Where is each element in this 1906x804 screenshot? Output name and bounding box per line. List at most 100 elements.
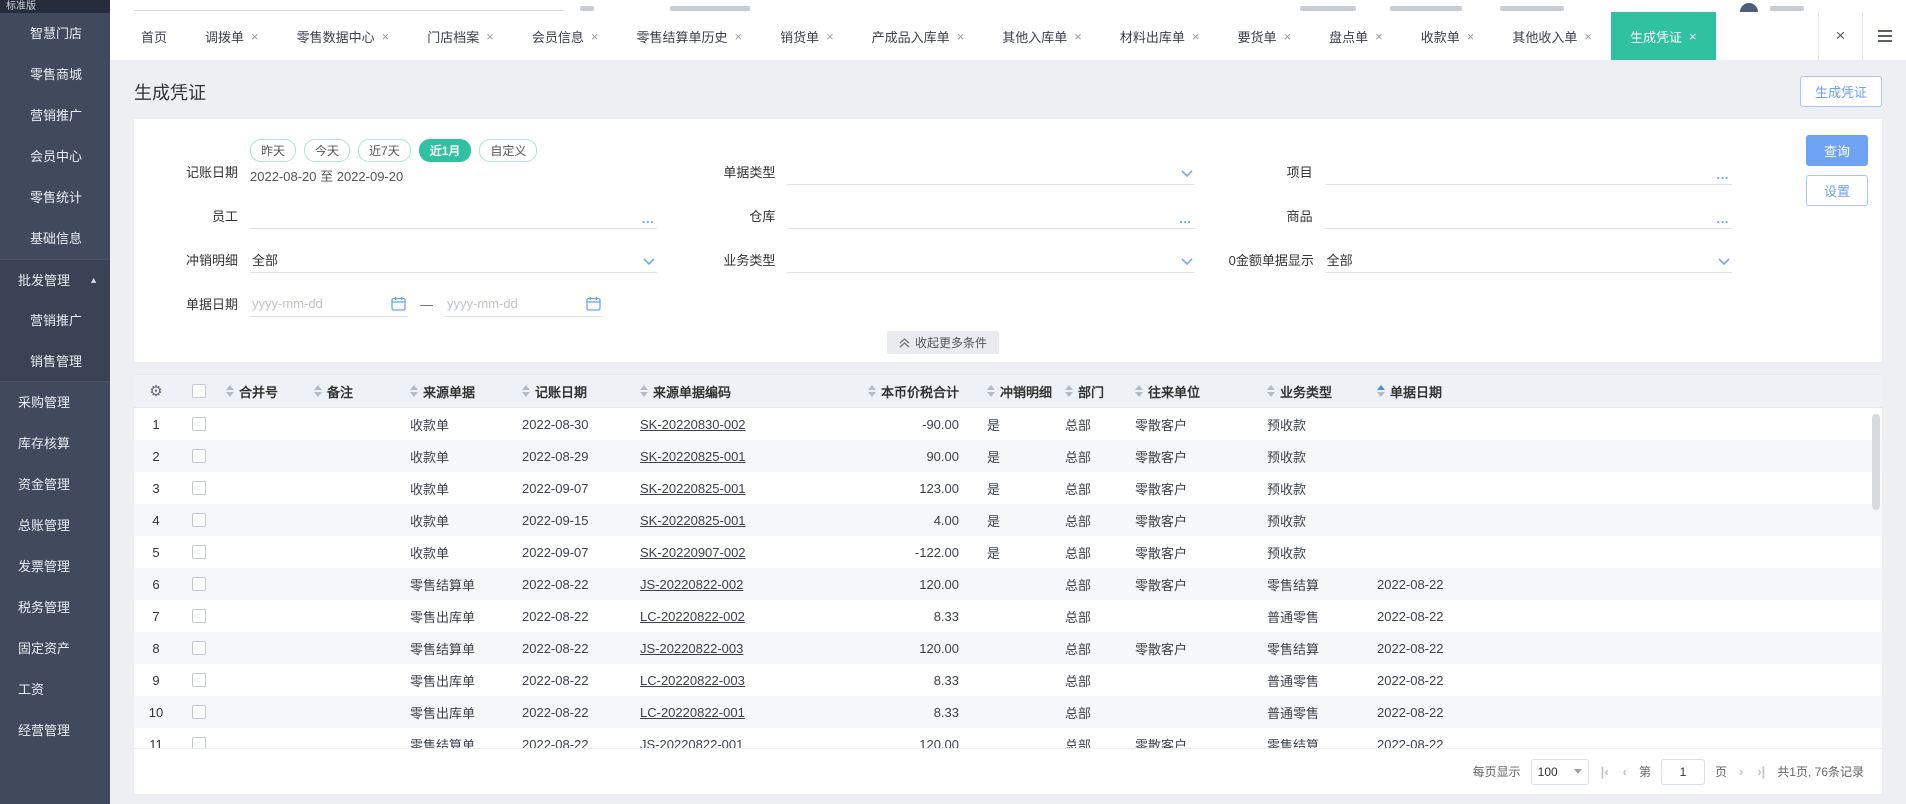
date-preset-今天[interactable]: 今天 [304, 139, 351, 162]
source-doc-link[interactable]: LC-20220822-001 [640, 705, 745, 720]
warehouse-input[interactable]: … [787, 203, 1195, 229]
tab-会员信息[interactable]: 会员信息 × [513, 12, 618, 60]
select-all-checkbox[interactable] [192, 384, 206, 398]
sort-icon[interactable] [410, 385, 418, 397]
sidebar-item-工资[interactable]: 工资 [0, 669, 110, 710]
per-page-select[interactable]: 100 [1530, 758, 1589, 785]
sidebar-item-库存核算[interactable]: 库存核算 [0, 423, 110, 464]
column-header-业务类型[interactable]: 业务类型 [1261, 375, 1371, 407]
close-icon[interactable]: × [486, 29, 494, 44]
table-row[interactable]: 9 零售出库单 2022-08-22 LC-20220822-003 8.33 总部 普通零… [134, 664, 1882, 696]
row-checkbox[interactable] [192, 737, 206, 748]
date-preset-昨天[interactable]: 昨天 [250, 139, 297, 162]
close-icon[interactable]: × [1284, 29, 1292, 44]
tab-材料出库单[interactable]: 材料出库单 × [1101, 12, 1219, 60]
close-icon[interactable]: × [734, 29, 742, 44]
doc-date-start-input[interactable]: yyyy-mm-dd [250, 291, 408, 317]
sidebar-item-营销推广[interactable]: 营销推广 [0, 95, 110, 136]
prev-page-icon[interactable]: ‹ [1621, 764, 1629, 779]
sidebar-item-资金管理[interactable]: 资金管理 [0, 464, 110, 505]
tab-调拨单[interactable]: 调拨单 × [186, 12, 278, 60]
row-checkbox[interactable] [192, 577, 206, 591]
column-header-来源单据编码[interactable]: 来源单据编码 [634, 375, 786, 407]
page-number-input[interactable] [1660, 758, 1705, 785]
sort-icon[interactable] [314, 385, 322, 397]
close-icon[interactable]: × [591, 29, 599, 44]
source-doc-link[interactable]: SK-20220825-001 [640, 513, 746, 528]
close-all-tabs-button[interactable]: × [1818, 12, 1862, 60]
sort-icon[interactable] [522, 385, 530, 397]
row-checkbox[interactable] [192, 705, 206, 719]
project-input[interactable]: … [1324, 159, 1732, 185]
close-icon[interactable]: × [251, 29, 259, 44]
table-row[interactable]: 7 零售出库单 2022-08-22 LC-20220822-002 8.33 总部 普通零… [134, 600, 1882, 632]
sidebar-item-经营管理[interactable]: 经营管理 [0, 710, 110, 751]
column-header-本币价税合计[interactable]: 本币价税合计 [786, 375, 981, 407]
source-doc-link[interactable]: JS-20220822-002 [640, 577, 743, 592]
date-preset-自定义[interactable]: 自定义 [479, 139, 538, 162]
sidebar-item-销售管理[interactable]: 销售管理 [0, 341, 110, 382]
date-preset-近1月[interactable]: 近1月 [418, 139, 472, 162]
doc-date-end-input[interactable]: yyyy-mm-dd [445, 291, 603, 317]
table-row[interactable]: 5 收款单 2022-09-07 SK-20220907-002 -122.00 是 总部 零… [134, 536, 1882, 568]
source-doc-link[interactable]: JS-20220822-003 [640, 641, 743, 656]
tab-零售结算单历史[interactable]: 零售结算单历史 × [617, 12, 761, 60]
close-icon[interactable]: × [957, 29, 965, 44]
last-page-icon[interactable]: ›| [1755, 764, 1767, 779]
row-checkbox[interactable] [192, 481, 206, 495]
tab-收款单[interactable]: 收款单 × [1402, 12, 1494, 60]
close-icon[interactable]: × [1584, 29, 1592, 44]
table-row[interactable]: 2 收款单 2022-08-29 SK-20220825-001 90.00 是 总部 零散客… [134, 440, 1882, 472]
close-icon[interactable]: × [1074, 29, 1082, 44]
tab-门店档案[interactable]: 门店档案 × [408, 12, 513, 60]
generate-voucher-button[interactable]: 生成凭证 [1799, 76, 1882, 107]
column-header-备注[interactable]: 备注 [308, 375, 404, 407]
table-row[interactable]: 8 零售结算单 2022-08-22 JS-20220822-003 120.00 总部 零… [134, 632, 1882, 664]
column-header-往来单位[interactable]: 往来单位 [1129, 375, 1261, 407]
table-row[interactable]: 10 零售出库单 2022-08-22 LC-20220822-001 8.33 总部 普通… [134, 696, 1882, 728]
tab-销货单[interactable]: 销货单 × [761, 12, 853, 60]
source-doc-link[interactable]: SK-20220907-002 [640, 545, 746, 560]
business-type-select[interactable] [787, 247, 1195, 273]
sidebar-item-智慧门店[interactable]: 智慧门店 [0, 13, 110, 54]
close-icon[interactable]: × [1192, 29, 1200, 44]
sort-icon[interactable] [1065, 385, 1073, 397]
row-checkbox[interactable] [192, 417, 206, 431]
first-page-icon[interactable]: |‹ [1599, 764, 1611, 779]
date-preset-近7天[interactable]: 近7天 [358, 139, 411, 162]
tab-首页[interactable]: 首页 [122, 12, 186, 60]
tab-零售数据中心[interactable]: 零售数据中心 × [278, 12, 409, 60]
close-icon[interactable]: × [1375, 29, 1383, 44]
column-header-部门[interactable]: 部门 [1059, 375, 1129, 407]
source-doc-link[interactable]: LC-20220822-003 [640, 673, 745, 688]
sidebar-item-采购管理[interactable]: 采购管理 [0, 382, 110, 423]
tab-要货单[interactable]: 要货单 × [1219, 12, 1311, 60]
sort-icon[interactable] [1377, 385, 1385, 397]
next-page-icon[interactable]: › [1737, 764, 1745, 779]
doc-type-select[interactable] [787, 159, 1195, 185]
sort-icon[interactable] [1135, 385, 1143, 397]
sidebar-item-零售统计[interactable]: 零售统计 [0, 177, 110, 218]
ellipsis-icon[interactable]: … [1716, 211, 1730, 226]
row-checkbox[interactable] [192, 513, 206, 527]
column-header-冲销明细[interactable]: 冲销明细 [981, 375, 1059, 407]
column-header-来源单据[interactable]: 来源单据 [404, 375, 516, 407]
vertical-scrollbar[interactable] [1872, 414, 1880, 510]
sidebar-item-税务管理[interactable]: 税务管理 [0, 587, 110, 628]
close-icon[interactable]: × [382, 29, 390, 44]
sort-icon[interactable] [226, 385, 234, 397]
sidebar-item-营销推广[interactable]: 营销推广 [0, 300, 110, 341]
product-input[interactable]: … [1324, 203, 1732, 229]
column-header-合并号[interactable]: 合并号 [220, 375, 308, 407]
sort-icon[interactable] [640, 385, 648, 397]
table-row[interactable]: 11 零售结算单 2022-08-22 JS-20220822-001 120.00 总部… [134, 728, 1882, 748]
ellipsis-icon[interactable]: … [1179, 211, 1193, 226]
ellipsis-icon[interactable]: … [1716, 167, 1730, 182]
sidebar-item-会员中心[interactable]: 会员中心 [0, 136, 110, 177]
column-header-记账日期[interactable]: 记账日期 [516, 375, 634, 407]
sidebar-item-基础信息[interactable]: 基础信息 [0, 218, 110, 259]
settings-button[interactable]: 设置 [1806, 175, 1868, 206]
collapse-conditions-button[interactable]: 收起更多条件 [886, 331, 999, 354]
tab-其他收入单[interactable]: 其他收入单 × [1493, 12, 1611, 60]
column-header-单据日期[interactable]: 单据日期 [1371, 375, 1882, 407]
